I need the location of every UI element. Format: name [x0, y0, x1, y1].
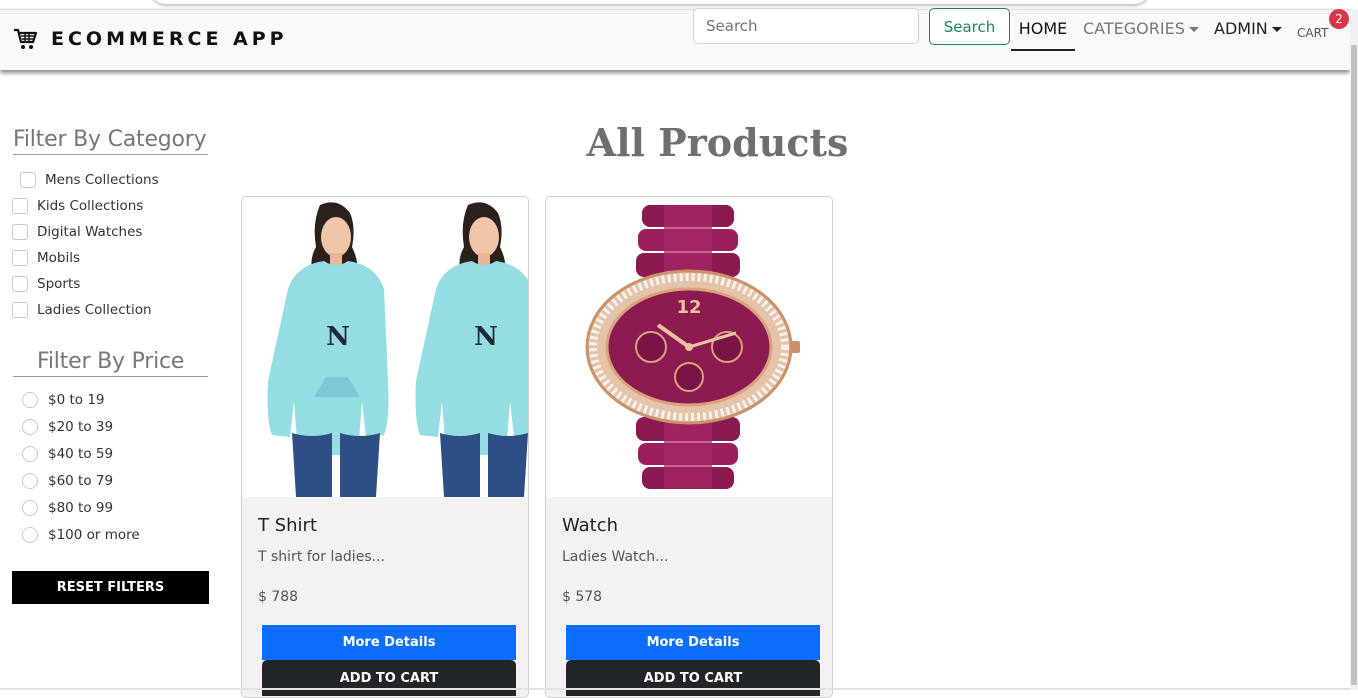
search-input[interactable]	[693, 8, 919, 44]
category-label: Sports	[37, 276, 81, 292]
caret-down-icon	[1188, 27, 1199, 32]
category-option-digital-watches[interactable]: Digital Watches	[12, 224, 142, 240]
page-scrollbar[interactable]	[1350, 9, 1358, 690]
product-image-tshirt[interactable]: N N	[242, 197, 528, 497]
category-label: Kids Collections	[37, 198, 144, 214]
product-image-watch[interactable]: 12	[546, 197, 832, 497]
radio-button[interactable]	[22, 419, 38, 435]
svg-text:N: N	[326, 322, 350, 352]
category-option-kids[interactable]: Kids Collections	[12, 198, 143, 214]
price-option-0-19[interactable]: $0 to 19	[22, 392, 105, 408]
reset-filters-button[interactable]: RESET FILTERS	[12, 571, 209, 604]
scrollbar-thumb[interactable]	[1351, 45, 1357, 685]
more-details-button[interactable]: More Details	[566, 625, 820, 660]
category-filter-title: Filter By Category	[13, 127, 207, 152]
price-title-underline	[13, 376, 208, 377]
product-name: Watch	[562, 515, 619, 536]
product-price: $ 788	[258, 589, 299, 605]
radio-button[interactable]	[22, 473, 38, 489]
category-title-underline	[13, 154, 208, 155]
checkbox[interactable]	[12, 198, 28, 214]
svg-text:12: 12	[676, 297, 701, 318]
checkbox[interactable]	[12, 224, 28, 240]
product-description: Ladies Watch...	[562, 549, 669, 565]
product-name: T Shirt	[258, 515, 318, 536]
radio-button[interactable]	[22, 446, 38, 462]
radio-button[interactable]	[22, 527, 38, 543]
nav-categories-dropdown[interactable]: CATEGORIES	[1083, 19, 1199, 39]
nav-home-active-indicator	[1011, 49, 1075, 51]
price-option-60-79[interactable]: $60 to 79	[22, 473, 113, 489]
category-option-sports[interactable]: Sports	[12, 276, 80, 292]
category-option-ladies[interactable]: Ladies Collection	[12, 302, 152, 318]
nav-admin-dropdown[interactable]: ADMIN	[1214, 19, 1282, 39]
radio-button[interactable]	[22, 392, 38, 408]
radio-button[interactable]	[22, 500, 38, 516]
watch-photo-illustration: 12	[585, 205, 800, 489]
cart-icon	[14, 28, 38, 49]
cart-count-badge: 2	[1329, 9, 1349, 29]
price-label: $100 or more	[48, 527, 140, 543]
price-label: $20 to 39	[48, 419, 114, 435]
category-option-mobils[interactable]: Mobils	[12, 250, 80, 266]
nav-home[interactable]: HOME	[1011, 19, 1075, 39]
product-price: $ 578	[562, 589, 603, 605]
browser-top-strip	[0, 0, 1358, 9]
add-to-cart-button[interactable]: ADD TO CART	[566, 660, 820, 696]
price-filter-title: Filter By Price	[37, 349, 185, 374]
page-title: All Products	[586, 120, 849, 165]
nav-categories-label: CATEGORIES	[1083, 19, 1185, 38]
category-label: Mens Collections	[45, 172, 159, 188]
product-card-watch: 12 Watch Ladies Watch... $ 578 More Deta…	[545, 196, 833, 698]
price-label: $40 to 59	[48, 446, 114, 462]
more-details-button[interactable]: More Details	[262, 625, 516, 660]
checkbox[interactable]	[12, 250, 28, 266]
browser-tab-edge	[150, 0, 1150, 4]
product-description: T shirt for ladies...	[258, 549, 385, 565]
add-to-cart-button[interactable]: ADD TO CART	[262, 660, 516, 696]
price-label: $0 to 19	[48, 392, 105, 408]
nav-cart[interactable]: CART	[1297, 23, 1328, 43]
price-label: $60 to 79	[48, 473, 114, 489]
brand[interactable]: ECOMMERCE APP	[13, 27, 288, 51]
price-option-80-99[interactable]: $80 to 99	[22, 500, 113, 516]
price-option-100-plus[interactable]: $100 or more	[22, 527, 140, 543]
price-option-20-39[interactable]: $20 to 39	[22, 419, 113, 435]
search-button[interactable]: Search	[929, 8, 1010, 45]
checkbox[interactable]	[12, 302, 28, 318]
checkbox[interactable]	[20, 172, 36, 188]
svg-text:N: N	[474, 322, 498, 352]
price-label: $80 to 99	[48, 500, 114, 516]
checkbox[interactable]	[12, 276, 28, 292]
caret-down-icon	[1271, 27, 1282, 32]
nav-admin-label: ADMIN	[1214, 19, 1268, 38]
category-label: Mobils	[37, 250, 81, 266]
category-label: Ladies Collection	[37, 302, 152, 318]
category-option-mens[interactable]: Mens Collections	[20, 172, 159, 188]
brand-name: ECOMMERCE APP	[51, 28, 288, 50]
price-option-40-59[interactable]: $40 to 59	[22, 446, 113, 462]
hoodie-photo-illustration: N N	[267, 202, 528, 497]
category-label: Digital Watches	[37, 224, 143, 240]
product-card-tshirt: N N T Shirt T shirt for ladies... $ 788 …	[241, 196, 529, 698]
